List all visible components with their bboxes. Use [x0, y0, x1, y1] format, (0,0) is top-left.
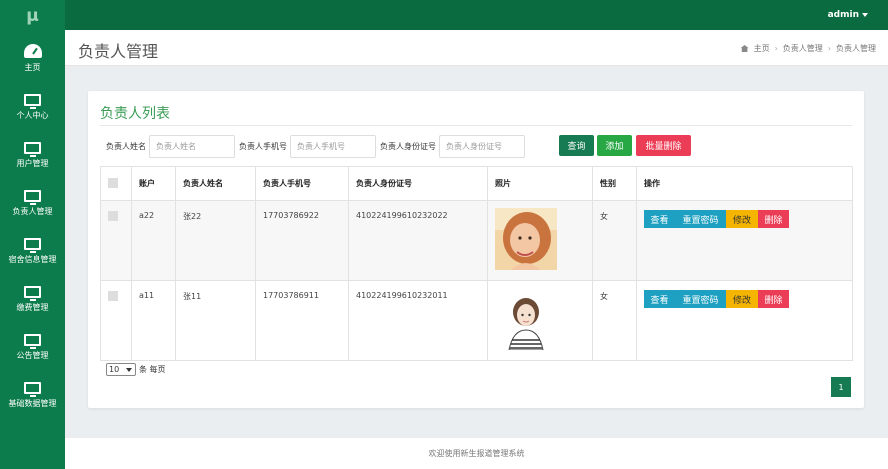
search-filters: 负责人姓名 负责人姓名 负责人手机号 负责人手机号 负责人身份证号 负责人身份证… — [106, 135, 529, 158]
actions-cell: 查看 重置密码 修改 删除 — [636, 200, 853, 281]
view-button[interactable]: 查看 — [644, 290, 675, 308]
breadcrumb-current: 负责人管理 — [836, 44, 876, 53]
row-select-cell — [100, 200, 132, 281]
column-header: 操作 — [636, 166, 853, 201]
column-header: 负责人手机号 — [255, 166, 349, 201]
manager-table: 账户 负责人姓名 负责人手机号 负责人身份证号 照片 性别 操作 a22 张22… — [100, 166, 853, 361]
filter-label-id-card: 负责人身份证号 — [380, 142, 436, 151]
id-card-search-input[interactable]: 负责人身份证号 — [439, 135, 525, 158]
name-cell: 张11 — [175, 280, 256, 361]
filter-label-phone: 负责人手机号 — [239, 142, 287, 151]
account-cell: a22 — [131, 200, 176, 281]
sidebar-item-label: 基础数据管理 — [8, 398, 57, 408]
view-button[interactable]: 查看 — [644, 210, 675, 228]
sidebar-item-label: 个人中心 — [16, 110, 49, 120]
monitor-icon — [24, 381, 41, 397]
page-size-select[interactable]: 10 — [106, 363, 136, 376]
manager-list-card: 负责人列表 负责人姓名 负责人姓名 负责人手机号 负责人手机号 负责人身份证号 … — [88, 91, 864, 408]
breadcrumb-home[interactable]: 主页 — [754, 43, 770, 54]
actions-cell: 查看 重置密码 修改 删除 — [636, 280, 853, 361]
breadcrumb-item[interactable]: 负责人管理 — [783, 43, 823, 54]
page-size-control: 10 条 每页 — [106, 363, 166, 376]
column-header: 账户 — [131, 166, 176, 201]
card-title: 负责人列表 — [100, 106, 170, 122]
monitor-icon — [24, 93, 41, 109]
id-card-cell: 410224199610232022 — [348, 200, 488, 281]
reset-password-button[interactable]: 重置密码 — [675, 290, 726, 308]
divider — [100, 125, 852, 126]
column-header: 照片 — [487, 166, 593, 201]
delete-button[interactable]: 删除 — [758, 290, 789, 308]
page-header: 负责人管理 主页 › 负责人管理 › 负责人管理 — [65, 30, 888, 66]
page-size-suffix: 条 每页 — [139, 365, 166, 374]
account-cell: a11 — [131, 280, 176, 361]
edit-button[interactable]: 修改 — [726, 210, 758, 228]
sidebar-item-payments[interactable]: 缴费管理 — [0, 272, 65, 320]
home-icon — [740, 45, 749, 52]
select-all-checkbox[interactable] — [108, 178, 118, 188]
breadcrumb: 主页 › 负责人管理 › 负责人管理 — [740, 43, 876, 54]
sidebar-item-label: 用户管理 — [16, 158, 49, 168]
phone-cell: 17703786922 — [255, 200, 349, 281]
delete-button[interactable]: 删除 — [758, 210, 789, 228]
table-header-row: 账户 负责人姓名 负责人手机号 负责人身份证号 照片 性别 操作 — [100, 166, 853, 201]
manager-photo[interactable] — [495, 288, 557, 350]
top-bar: admin — [65, 0, 888, 30]
column-header: 性别 — [592, 166, 637, 201]
gender-cell: 女 — [592, 280, 637, 361]
sidebar-item-home[interactable]: 主页 — [0, 32, 65, 80]
edit-button[interactable]: 修改 — [726, 290, 758, 308]
breadcrumb-separator: › — [827, 44, 831, 53]
footer: 欢迎使用新生报道管理系统 — [65, 438, 888, 469]
monitor-icon — [24, 237, 41, 253]
photo-cell — [487, 280, 593, 361]
sidebar-item-dormitory[interactable]: 宿舍信息管理 — [0, 224, 65, 272]
name-search-input[interactable]: 负责人姓名 — [149, 135, 235, 158]
app-logo[interactable]: μ — [0, 0, 65, 32]
sidebar-item-label: 宿舍信息管理 — [8, 254, 57, 264]
phone-search-input[interactable]: 负责人手机号 — [290, 135, 376, 158]
add-button[interactable]: 添加 — [597, 135, 632, 156]
sidebar-item-label: 负责人管理 — [12, 206, 53, 216]
phone-cell: 17703786911 — [255, 280, 349, 361]
sidebar-item-label: 公告管理 — [16, 350, 49, 360]
username: admin — [827, 10, 859, 20]
monitor-icon — [24, 333, 41, 349]
reset-password-button[interactable]: 重置密码 — [675, 210, 726, 228]
sidebar-item-personal-center[interactable]: 个人中心 — [0, 80, 65, 128]
name-cell: 张22 — [175, 200, 256, 281]
manager-photo[interactable] — [495, 208, 557, 270]
sidebar-item-base-data[interactable]: 基础数据管理 — [0, 368, 65, 416]
user-menu[interactable]: admin — [828, 10, 868, 20]
monitor-icon — [24, 189, 41, 205]
dashboard-icon — [23, 43, 42, 58]
sidebar-item-users[interactable]: 用户管理 — [0, 128, 65, 176]
monitor-icon — [24, 141, 41, 157]
column-header: 负责人姓名 — [175, 166, 256, 201]
row-select-cell — [100, 280, 132, 361]
sidebar-item-label: 主页 — [24, 62, 41, 72]
photo-cell — [487, 200, 593, 281]
row-checkbox[interactable] — [108, 211, 118, 221]
page-title: 负责人管理 — [78, 42, 159, 61]
table-row: a11 张11 17703786911 410224199610232011 女… — [100, 280, 853, 361]
query-button[interactable]: 查询 — [559, 135, 594, 156]
header-select-all[interactable] — [100, 166, 132, 201]
filter-label-name: 负责人姓名 — [106, 142, 146, 151]
batch-delete-button[interactable]: 批量删除 — [636, 135, 691, 156]
sidebar-item-announcements[interactable]: 公告管理 — [0, 320, 65, 368]
caret-down-icon — [862, 12, 868, 17]
column-header: 负责人身份证号 — [348, 166, 488, 201]
gender-cell: 女 — [592, 200, 637, 281]
sidebar-item-label: 缴费管理 — [16, 302, 49, 312]
pagination-current-page[interactable]: 1 — [831, 377, 851, 397]
breadcrumb-separator: › — [774, 44, 778, 53]
id-card-cell: 410224199610232011 — [348, 280, 488, 361]
row-checkbox[interactable] — [108, 291, 118, 301]
sidebar-item-managers[interactable]: 负责人管理 — [0, 176, 65, 224]
sidebar: μ 主页 个人中心 用户管理 负责人管理 宿舍信息管理 缴费管理 公告管理 基础… — [0, 0, 65, 469]
monitor-icon — [24, 285, 41, 301]
table-row: a22 张22 17703786922 410224199610232022 女… — [100, 200, 853, 281]
